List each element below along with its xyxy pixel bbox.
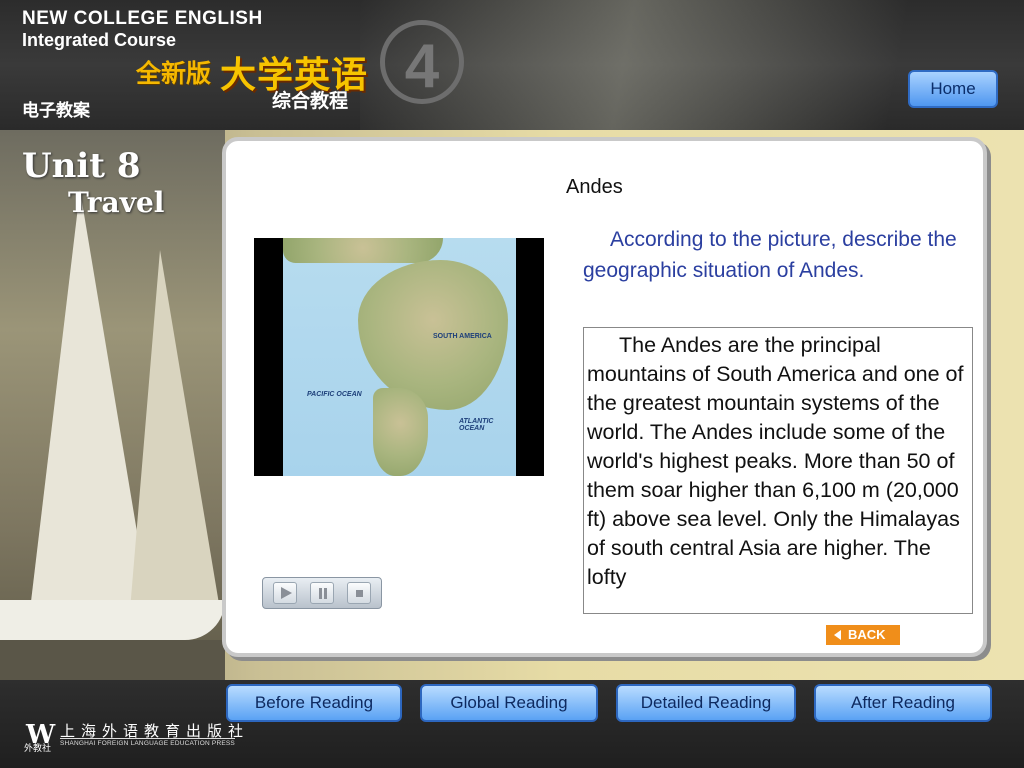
pause-icon[interactable] — [310, 582, 334, 604]
unit-title: Travel — [68, 186, 165, 219]
cn-course-label: 综合教程 — [272, 91, 349, 112]
map-landmass — [373, 388, 428, 476]
nav-detailed-reading[interactable]: Detailed Reading — [616, 684, 796, 722]
nav-before-reading[interactable]: Before Reading — [226, 684, 402, 722]
play-icon[interactable] — [273, 582, 297, 604]
publisher-name-en: SHANGHAI FOREIGN LANGUAGE EDUCATION PRES… — [60, 738, 235, 747]
cn-edition-label: 全新版 — [136, 60, 212, 88]
nav-global-reading[interactable]: Global Reading — [420, 684, 598, 722]
nav-after-reading[interactable]: After Reading — [814, 684, 992, 722]
stop-icon[interactable] — [347, 582, 371, 604]
back-button[interactable]: BACK — [826, 625, 900, 645]
series-subtitle: Integrated Course — [22, 30, 177, 50]
media-control-bar — [262, 577, 382, 609]
passage-scroll-box[interactable]: The Andes are the principal mountains of… — [583, 327, 973, 614]
map-landmass — [283, 238, 443, 263]
home-button[interactable]: Home — [908, 70, 998, 108]
sail-shape — [130, 250, 220, 610]
slide-title: Andes — [566, 176, 623, 198]
volume-number: 4 — [380, 20, 464, 104]
map-label-atlantic: ATLANTIC OCEAN — [459, 418, 494, 432]
back-button-label: BACK — [848, 627, 886, 642]
south-america-map-image: PACIFIC OCEAN ATLANTIC OCEAN SOUTH AMERI… — [283, 238, 516, 476]
unit-number: Unit 8 — [22, 146, 141, 186]
passage-text: The Andes are the principal mountains of… — [587, 333, 964, 589]
publisher-tag: 外教社 — [24, 743, 52, 753]
series-title: NEW COLLEGE ENGLISH — [22, 8, 263, 29]
discussion-prompt: According to the picture, describe the g… — [583, 228, 957, 282]
map-label-pacific: PACIFIC OCEAN — [307, 391, 362, 398]
ebook-label: 电子教案 — [22, 101, 90, 120]
boat-hull — [0, 600, 225, 640]
map-label-continent: SOUTH AMERICA — [433, 333, 492, 340]
back-arrow-icon — [834, 630, 841, 640]
unit-sidebar-image: Unit 8 Travel — [0, 130, 225, 700]
